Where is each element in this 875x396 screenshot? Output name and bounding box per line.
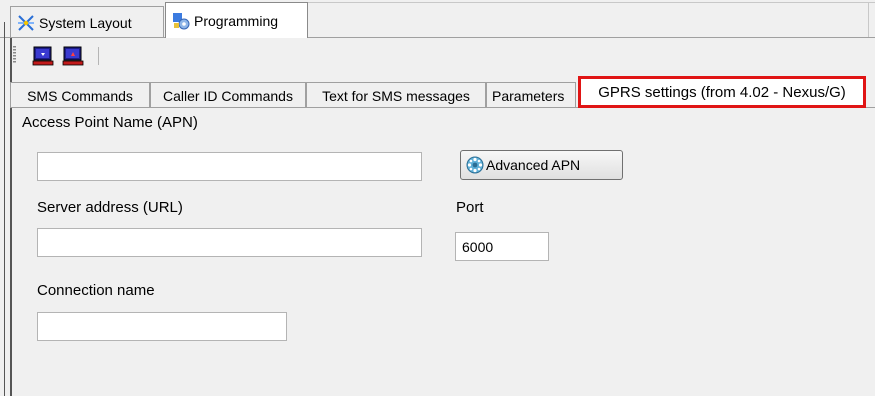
tab-sms-commands-label: SMS Commands (27, 87, 133, 104)
write-to-device-button[interactable] (62, 46, 84, 66)
programming-sub-tabs: SMS Commands Caller ID Commands Text for… (0, 72, 875, 110)
tab-parameters[interactable]: Parameters (486, 82, 576, 108)
main-tab-strip: System Layout Programming (0, 0, 875, 38)
port-input[interactable] (455, 232, 549, 261)
apn-input[interactable] (37, 152, 422, 181)
toolbar-separator (98, 47, 99, 65)
programming-window: System Layout Programming SMS Commands C… (0, 0, 875, 396)
connection-name-input[interactable] (37, 312, 287, 341)
tab-gprs-settings[interactable]: GPRS settings (from 4.02 - Nexus/G) (578, 76, 866, 108)
connection-name-label: Connection name (37, 282, 155, 299)
advanced-apn-button[interactable]: Advanced APN (460, 150, 623, 180)
tab-caller-id-commands[interactable]: Caller ID Commands (150, 82, 306, 108)
tab-system-layout[interactable]: System Layout (10, 6, 164, 38)
tab-gprs-settings-label: GPRS settings (from 4.02 - Nexus/G) (598, 83, 846, 101)
system-layout-icon (18, 14, 34, 31)
tab-sms-commands[interactable]: SMS Commands (10, 82, 150, 108)
server-address-input[interactable] (37, 228, 422, 257)
tab-system-layout-label: System Layout (39, 14, 132, 31)
write-to-device-icon (62, 46, 84, 66)
tab-parameters-label: Parameters (492, 87, 565, 104)
tab-text-for-sms-messages-label: Text for SMS messages (322, 87, 470, 104)
server-address-label: Server address (URL) (37, 199, 183, 216)
programming-toolbar (10, 38, 875, 72)
tab-programming[interactable]: Programming (165, 2, 308, 38)
tab-strip-right-border (868, 2, 869, 38)
advanced-apn-label: Advanced APN (486, 157, 581, 173)
tab-text-for-sms-messages[interactable]: Text for SMS messages (306, 82, 486, 108)
gprs-settings-panel: Access Point Name (APN) Advanced APN Ser… (12, 108, 875, 396)
tab-caller-id-commands-label: Caller ID Commands (163, 87, 293, 104)
tab-programming-label: Programming (194, 12, 279, 29)
programming-icon (173, 12, 190, 29)
port-label: Port (456, 199, 484, 216)
gear-icon (466, 156, 484, 174)
apn-label: Access Point Name (APN) (22, 114, 198, 131)
read-from-device-button[interactable] (32, 46, 54, 66)
toolbar-grip-handle[interactable] (13, 46, 16, 64)
tab-strip-top-border (308, 2, 875, 3)
read-from-device-icon (32, 46, 54, 66)
